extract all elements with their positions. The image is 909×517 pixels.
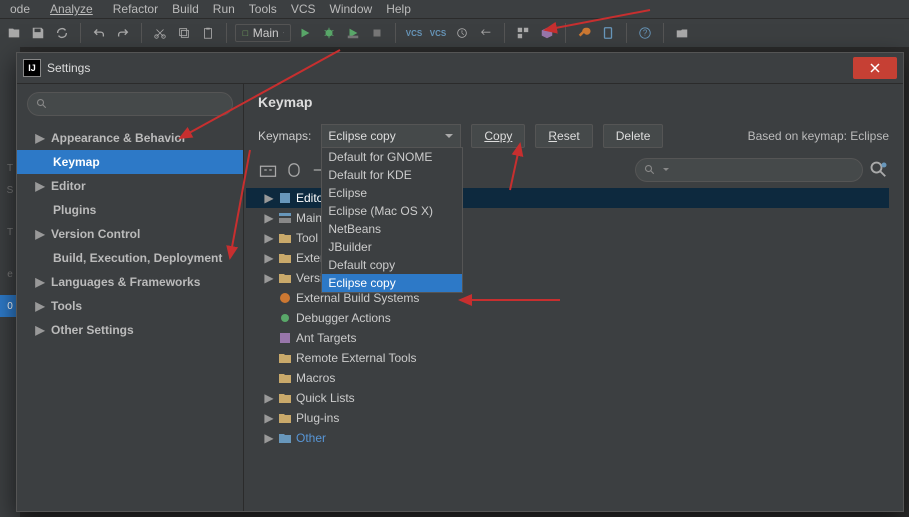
open-file-icon[interactable] (4, 23, 24, 43)
stop-icon[interactable] (367, 23, 387, 43)
settings-search[interactable] (27, 92, 233, 116)
cut-icon[interactable] (150, 23, 170, 43)
keymap-panel: Keymap Keymaps: Eclipse copy Default for… (244, 84, 903, 511)
keymap-tree-row[interactable]: Ant Targets (246, 328, 889, 348)
settings-tree-item[interactable]: ▶Tools (17, 294, 243, 318)
menu-vcs[interactable]: VCS (285, 2, 322, 16)
keymap-option[interactable]: Eclipse copy (322, 274, 462, 292)
close-button[interactable] (853, 57, 897, 79)
menu-analyze[interactable]: Analyze (38, 2, 105, 16)
save-icon[interactable] (28, 23, 48, 43)
dialog-title: Settings (47, 61, 90, 75)
menu-tools[interactable]: Tools (243, 2, 283, 16)
redo-icon[interactable] (113, 23, 133, 43)
keymaps-dropdown: Default for GNOMEDefault for KDEEclipseE… (321, 147, 463, 293)
close-icon (869, 62, 881, 74)
keymap-option[interactable]: Eclipse (322, 184, 462, 202)
settings-tree-item[interactable]: ▶Editor (17, 174, 243, 198)
project-level-icon[interactable] (672, 23, 692, 43)
panel-title: Keymap (244, 84, 903, 118)
sync-icon[interactable] (52, 23, 72, 43)
keymap-tree-row[interactable]: ▶Quick Lists (246, 388, 889, 408)
menu-run[interactable]: Run (207, 2, 241, 16)
search-icon (644, 164, 656, 176)
menu-help[interactable]: Help (380, 2, 417, 16)
settings-tree-item[interactable]: ▶Languages & Frameworks (17, 270, 243, 294)
settings-tree-item[interactable]: ▶Appearance & Behavior (17, 126, 243, 150)
undo-icon[interactable] (89, 23, 109, 43)
settings-tree-item[interactable]: ▶Version Control (17, 222, 243, 246)
keymap-tree-row[interactable]: Macros (246, 368, 889, 388)
based-on-label: Based on keymap: Eclipse (748, 129, 889, 143)
debug-icon[interactable] (319, 23, 339, 43)
settings-tree-item[interactable]: ▶Other Settings (17, 318, 243, 342)
vcs-history-icon[interactable] (452, 23, 472, 43)
keymap-option[interactable]: Default copy (322, 256, 462, 274)
sdk-manager-icon[interactable] (537, 23, 557, 43)
intellij-icon: IJ (23, 59, 41, 77)
settings-tree-item[interactable]: Plugins (17, 198, 243, 222)
menu-window[interactable]: Window (324, 2, 379, 16)
keymap-option[interactable]: Eclipse (Mac OS X) (322, 202, 462, 220)
reset-button[interactable]: Reset (535, 124, 592, 148)
find-by-shortcut-icon[interactable] (869, 160, 889, 180)
keymap-tree-row[interactable]: ▶Other (246, 428, 889, 448)
search-icon (36, 98, 48, 110)
ide-toolbar: Main VCS VCS ? (0, 18, 909, 48)
settings-tree-item[interactable]: Build, Execution, Deployment (17, 246, 243, 270)
vcs-commit-icon[interactable]: VCS (428, 23, 448, 43)
copy-icon[interactable] (174, 23, 194, 43)
emulator-icon[interactable] (598, 23, 618, 43)
keymap-option[interactable]: JBuilder (322, 238, 462, 256)
menu-build[interactable]: Build (166, 2, 205, 16)
settings-tree-item[interactable]: Keymap (17, 150, 243, 174)
help-icon[interactable]: ? (635, 23, 655, 43)
vcs-update-icon[interactable]: VCS (404, 23, 424, 43)
keymaps-value: Eclipse copy (328, 129, 395, 143)
menu-refactor[interactable]: Refactor (107, 2, 164, 16)
keymaps-combo[interactable]: Eclipse copy Default for GNOMEDefault fo… (321, 124, 461, 148)
keymap-tree-row[interactable]: Remote External Tools (246, 348, 889, 368)
keymap-option[interactable]: Default for KDE (322, 166, 462, 184)
run-icon[interactable] (295, 23, 315, 43)
delete-button[interactable]: Delete (603, 124, 664, 148)
keymap-tree-row[interactable]: Debugger Actions (246, 308, 889, 328)
settings-dialog: IJ Settings ▶Appearance & BehaviorKeymap… (16, 52, 904, 512)
new-shortcut-icon[interactable] (258, 160, 278, 180)
chevron-down-icon (283, 29, 284, 37)
coverage-icon[interactable] (343, 23, 363, 43)
menu-code[interactable]: ode (4, 2, 36, 16)
vcs-revert-icon[interactable] (476, 23, 496, 43)
keymap-option[interactable]: NetBeans (322, 220, 462, 238)
runconfig-icon (242, 30, 249, 37)
svg-text:?: ? (643, 29, 648, 38)
structure-icon[interactable] (513, 23, 533, 43)
keymap-option[interactable]: Default for GNOME (322, 148, 462, 166)
run-config-selector[interactable]: Main (235, 24, 291, 42)
keymaps-label: Keymaps: (258, 129, 311, 143)
action-search[interactable] (635, 158, 863, 182)
chevron-down-icon (662, 166, 670, 174)
new-mouse-icon[interactable] (284, 160, 304, 180)
wrench-icon[interactable] (574, 23, 594, 43)
runconfig-label: Main (253, 26, 279, 40)
copy-button[interactable]: Copy (471, 124, 525, 148)
settings-tree: ▶Appearance & BehaviorKeymap▶EditorPlugi… (17, 84, 244, 511)
keymap-tree-row[interactable]: ▶Plug-ins (246, 408, 889, 428)
ide-menubar[interactable]: ode Analyze Refactor Build Run Tools VCS… (0, 0, 909, 18)
dialog-titlebar[interactable]: IJ Settings (17, 53, 903, 84)
settings-search-input[interactable] (54, 96, 224, 112)
paste-icon[interactable] (198, 23, 218, 43)
chevron-down-icon (444, 131, 454, 141)
